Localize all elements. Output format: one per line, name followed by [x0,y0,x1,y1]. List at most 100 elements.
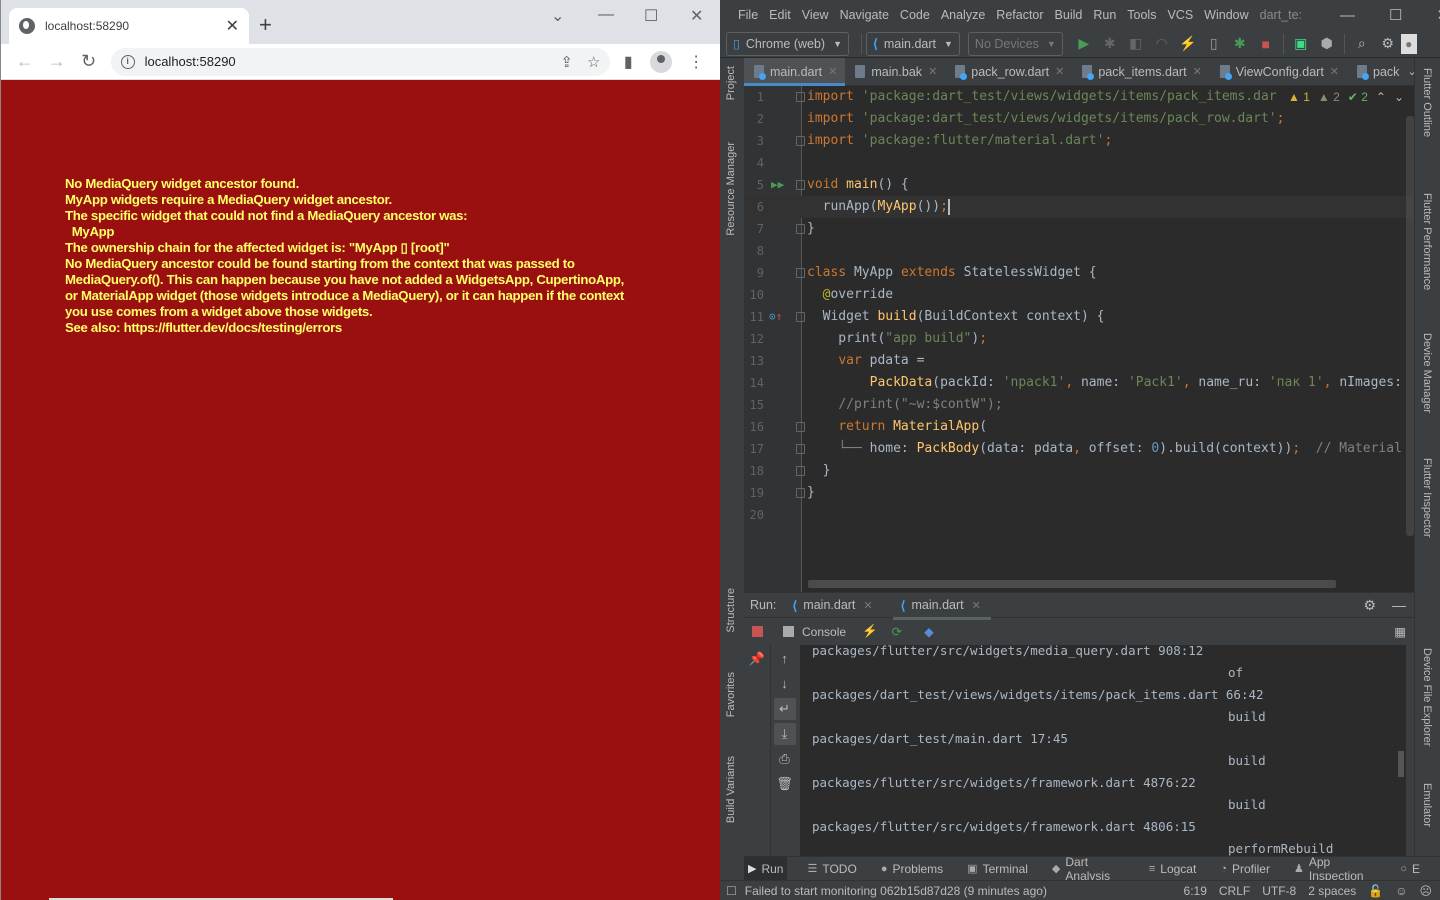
site-info-icon[interactable]: i [120,54,135,69]
tool-window-project[interactable]: Project [725,66,737,100]
hide-panel-icon[interactable]: — [1392,597,1406,614]
code-line[interactable]: 6 runApp(MyApp()); [744,196,1414,218]
menu-navigate[interactable]: Navigate [840,8,889,22]
forward-button[interactable]: → [41,51,73,72]
code-line[interactable]: 20 [744,504,1414,526]
bottom-tab-profiler[interactable]: ◔ Profiler [1216,857,1274,881]
console-line[interactable]: packages/flutter/src/widgets/media_query… [812,645,1203,662]
run-gutter-icon[interactable]: ▶▶ [771,174,784,196]
fold-icon[interactable] [796,466,805,476]
status-message[interactable]: Failed to start monitoring 062b15d87d28 … [745,884,1172,898]
menu-code[interactable]: Code [900,8,930,22]
code-line[interactable]: 13 var pdata = [744,350,1414,372]
caret-position[interactable]: 6:19 [1184,884,1207,898]
up-arrow-icon[interactable]: ↑ [774,648,796,670]
code-line[interactable]: 10 @override [744,284,1414,306]
close-window-button[interactable]: ✕ [1436,6,1440,24]
tool-window-emulator[interactable]: Emulator [1421,783,1433,827]
run-tab[interactable]: ⟨ main.dart ✕ [792,593,872,617]
menu-window[interactable]: Window [1204,8,1248,22]
run-tab-active[interactable]: ⟨ main.dart ✕ [892,593,992,620]
bottom-tab-e[interactable]: ○ E [1396,857,1424,881]
code-line[interactable]: 19} [744,482,1414,504]
fold-icon[interactable] [796,92,805,102]
console-output[interactable]: packages/flutter/src/widgets/media_query… [800,645,1406,857]
hot-reload-icon[interactable]: ⚡ [862,624,878,639]
code-line[interactable]: 2 import 'package:dart_test/views/widgets… [744,108,1414,130]
url-text[interactable]: localhost:58290 [145,54,547,69]
status-toggle-icon[interactable]: ☐ [726,884,737,898]
editor-tab[interactable]: main.dart ✕ [744,57,846,86]
bottom-tab-app-inspection[interactable]: ♟ App Inspection [1290,855,1380,883]
tool-window-resource-manager[interactable]: Resource Manager [725,142,737,236]
maximize-button[interactable]: ☐ [1389,6,1402,24]
close-tab-icon[interactable]: ✕ [1193,65,1202,78]
user-avatar-icon[interactable]: ● [1400,33,1417,54]
file-encoding[interactable]: UTF-8 [1262,884,1296,898]
fold-icon[interactable] [796,268,805,278]
close-tab-icon[interactable]: ✕ [828,65,837,78]
code-line[interactable]: 5 ▶▶ void main() { [744,174,1414,196]
menu-kebab-icon[interactable]: ⋮ [680,52,712,72]
hot-restart-icon[interactable]: ⟳ [892,624,902,639]
code-line[interactable]: 14 PackData(packId: 'npack1', name: 'Pac… [744,372,1414,394]
code-line[interactable]: 9 class MyApp extends StatelessWidget { [744,262,1414,284]
close-tab-icon[interactable]: ✕ [1055,65,1064,78]
code-line[interactable]: 12 print("app build"); [744,328,1414,350]
run-icon[interactable]: ▶ [1071,35,1097,52]
fold-icon[interactable] [796,312,805,322]
menu-refactor[interactable]: Refactor [996,8,1043,22]
tab-search-icon[interactable]: ⌄ [551,6,564,26]
tool-window-favorites[interactable]: Favorites [725,672,737,717]
code-line[interactable]: 16 return MaterialApp( [744,416,1414,438]
share-icon[interactable]: ⇪ [560,53,573,71]
hot-restart-icon[interactable]: ▯ [1201,35,1227,52]
editor-tab[interactable]: ViewConfig.dart ✕ [1210,58,1347,86]
inspection-widget[interactable]: ▲ 1 ▲ 2 ✔ 2 ⌃ ⌄ [1283,90,1404,104]
code-line[interactable]: 4 [744,152,1414,174]
run-config-selector[interactable]: ⟨ main.dart ▼ [866,31,960,56]
maximize-button[interactable]: ☐ [644,6,658,26]
tool-window-build-variants[interactable]: Build Variants [725,756,737,823]
editor-vertical-scrollbar[interactable] [1406,116,1414,536]
tool-window-device-file-explorer[interactable]: Device File Explorer [1421,648,1433,746]
bottom-tab-logcat[interactable]: ≡ Logcat [1145,857,1200,881]
tool-window-flutter-inspector[interactable]: Flutter Inspector [1421,458,1433,537]
console-tab[interactable]: Console [783,625,846,639]
debug-icon[interactable]: ✱ [1097,35,1123,52]
gear-icon[interactable]: ⚙ [1363,597,1376,614]
fold-icon[interactable] [796,488,805,498]
next-highlight-icon[interactable]: ⌄ [1394,90,1404,104]
trash-icon[interactable]: 🗑 [774,773,796,795]
coverage-icon[interactable]: ◧ [1123,35,1149,52]
scroll-to-end-icon[interactable]: ⤓ [773,723,796,745]
new-tab-button[interactable]: + [259,12,272,38]
code-line[interactable]: 17 └── home: PackBody(data: pdata, offse… [744,438,1414,460]
close-window-button[interactable]: ✕ [690,6,703,26]
menu-view[interactable]: View [802,8,829,22]
console-line[interactable]: packages/dart_test/views/widgets/items/p… [812,684,1264,706]
sdk-manager-icon[interactable]: ⬢ [1314,35,1340,52]
console-line[interactable]: packages/flutter/src/widgets/framework.d… [812,772,1196,794]
bottom-tab-terminal[interactable]: ▣ Terminal [963,857,1032,881]
menu-vcs[interactable]: VCS [1167,8,1193,22]
back-button[interactable]: ← [9,51,41,72]
close-tab-icon[interactable]: ✕ [226,16,239,36]
code-line[interactable]: 11 ⊙↑ Widget build(BuildContext context) … [744,306,1414,328]
tool-window-flutter-performance[interactable]: Flutter Performance [1421,193,1433,290]
smiley-icon[interactable]: ☺ [1395,884,1407,898]
console-line[interactable]: packages/dart_test/main.dart 17:45 [812,728,1068,750]
line-separator[interactable]: CRLF [1219,884,1250,898]
fold-icon[interactable] [796,180,805,190]
stop-icon[interactable] [752,626,763,637]
previous-highlight-icon[interactable]: ⌃ [1376,90,1386,104]
bottom-tab-todo[interactable]: ☰ TODO [803,857,860,881]
editor-tab[interactable]: pack_items.dart ✕ [1072,58,1209,86]
bottom-tab-dart-analysis[interactable]: ◆ Dart Analysis [1048,855,1129,883]
attach-debugger-icon[interactable]: ✱ [1227,35,1253,52]
bookmark-star-icon[interactable]: ☆ [587,53,600,71]
code-line[interactable]: 3 import 'package:flutter/material.dart'; [744,130,1414,152]
bottom-tab-run[interactable]: ▶ Run [744,856,788,881]
profile-avatar[interactable] [650,50,673,73]
side-panel-icon[interactable]: ▮ [612,52,644,72]
